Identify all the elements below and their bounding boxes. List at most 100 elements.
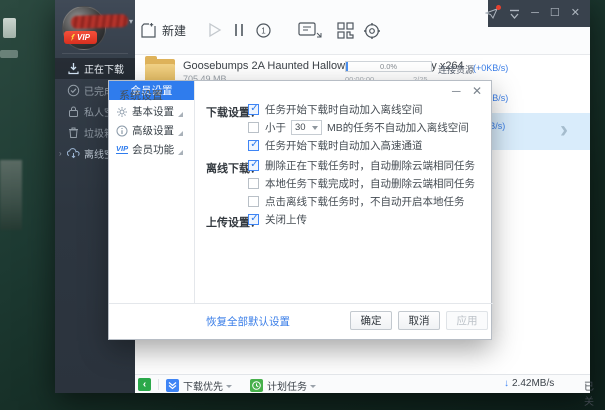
vip-logo-icon: VIP xyxy=(116,144,129,154)
menu-item-vip-features[interactable]: VIP 会员功能 xyxy=(109,141,194,158)
checkbox-close-upload[interactable] xyxy=(248,213,260,225)
dialog-close-icon[interactable]: ✕ xyxy=(472,84,482,98)
message-icon[interactable] xyxy=(485,5,502,19)
collapse-panel-button[interactable]: ‹ xyxy=(138,378,151,391)
retry-button[interactable]: 1 xyxy=(255,22,272,39)
download-speed-value: 2.42MB/s xyxy=(512,378,555,389)
caret-down-icon xyxy=(226,385,232,388)
option-row: 删除正在下载任务时，自动删除云端相同任务 xyxy=(248,158,475,173)
sidebar-item-label: 正在下载 xyxy=(84,65,124,76)
menu-item-label: 高级设置 xyxy=(132,125,174,137)
down-arrow-icon: ↓ xyxy=(504,378,509,389)
select-arrow-icon xyxy=(312,125,318,130)
expand-triangle-icon xyxy=(178,111,183,117)
folder-icon xyxy=(145,56,175,82)
desktop-file-icon[interactable] xyxy=(3,18,16,38)
checkbox-delete-cloud-on-complete[interactable] xyxy=(248,178,259,189)
trash-icon xyxy=(69,127,78,138)
option-label-prefix: 小于 xyxy=(265,122,286,134)
checkbox-size-threshold[interactable] xyxy=(248,122,259,133)
expand-triangle-icon xyxy=(178,149,184,155)
option-label: 关闭上传 xyxy=(265,214,307,226)
option-label: 点击离线下载任务时，不自动开启本地任务 xyxy=(265,196,465,208)
maximize-button[interactable]: ☐ xyxy=(550,8,560,19)
option-row: 小于 30 MB的任务不自动加入离线空间 xyxy=(248,120,469,135)
scheduled-tasks-menu[interactable]: 计划任务 xyxy=(250,378,316,393)
offline-space-icon xyxy=(67,148,80,159)
app-window: ▾ VIP 正在下载 已完成(4) 私人空间 垃圾箱 › 离线空间 新建 1 ─… xyxy=(55,0,594,408)
download-priority-menu[interactable]: 下载优先 xyxy=(166,378,232,393)
panel-divider xyxy=(194,81,195,303)
scheduled-tasks-label: 计划任务 xyxy=(267,382,307,393)
ok-button[interactable]: 确定 xyxy=(350,311,392,330)
desktop-icon-label xyxy=(0,50,18,58)
device-icon xyxy=(298,22,322,38)
download-priority-label: 下载优先 xyxy=(183,382,223,393)
window-controls: ─ ☐ ✕ xyxy=(485,0,590,27)
task-progress-bar: 0.0% xyxy=(345,61,432,72)
lock-icon xyxy=(69,106,78,117)
size-threshold-value: 30 xyxy=(295,122,306,133)
download-icon xyxy=(68,63,79,75)
apply-button: 应用 xyxy=(446,311,488,330)
expand-chevron-icon[interactable]: › xyxy=(59,149,67,158)
upload-status-value: 已关闭上传 xyxy=(584,382,594,408)
option-label: 任务开始下载时自动加入高速通道 xyxy=(265,140,423,152)
main-menu-icon[interactable] xyxy=(509,9,520,19)
wallpaper-photo xyxy=(0,160,22,230)
download-priority-icon xyxy=(166,379,179,392)
menu-item-label: 基本设置 xyxy=(132,106,174,118)
menu-item-label: 会员功能 xyxy=(132,144,175,156)
collapse-left-icon: ‹ xyxy=(138,378,151,391)
gear-icon xyxy=(117,106,127,117)
dialog-minimize-icon[interactable]: ─ xyxy=(452,84,461,98)
new-task-icon xyxy=(141,23,156,38)
footer-divider xyxy=(109,303,493,304)
option-label: 任务开始下载时自动加入离线空间 xyxy=(265,104,423,116)
svg-text:1: 1 xyxy=(261,27,266,36)
statusbar-divider xyxy=(158,379,159,390)
checkbox-delete-cloud-on-delete[interactable] xyxy=(248,159,260,171)
vip-badge[interactable]: VIP xyxy=(64,31,97,44)
device-panel-button[interactable] xyxy=(298,22,322,40)
task-expand-chevron-icon[interactable]: › xyxy=(560,116,568,144)
vip-bolt-icon xyxy=(71,34,76,41)
option-row: 任务开始下载时自动加入离线空间 xyxy=(248,102,423,117)
checkbox-no-auto-local-task[interactable] xyxy=(248,196,259,207)
menu-item-advanced-settings[interactable]: 高级设置 xyxy=(109,122,194,139)
header-divider xyxy=(62,53,128,54)
settings-dialog: 系统设置 ─ ✕ 基本设置 高级设置 VIP 会员功能 会员设置 下载设置： 任… xyxy=(108,80,493,340)
checkbox-auto-join-highspeed[interactable] xyxy=(248,139,260,151)
qr-code-icon xyxy=(337,22,354,39)
username-dropdown-icon[interactable]: ▾ xyxy=(129,17,133,26)
dialog-title: 系统设置 xyxy=(119,90,163,102)
progress-percent: 0.0% xyxy=(379,62,398,71)
play-icon xyxy=(209,22,222,38)
menu-item-basic-settings[interactable]: 基本设置 xyxy=(109,103,194,120)
task-status: 连接资源 xyxy=(438,65,475,75)
pause-button[interactable] xyxy=(233,22,245,38)
option-row: 关闭上传 xyxy=(248,212,307,227)
task-speed: (+0KB/s) xyxy=(473,63,509,73)
minimize-button[interactable]: ─ xyxy=(531,8,539,19)
check-circle-icon xyxy=(67,84,80,97)
option-row: 点击离线下载任务时，不自动开启本地任务 xyxy=(248,194,465,209)
settings-button[interactable] xyxy=(363,22,381,40)
new-task-button[interactable]: 新建 xyxy=(140,22,186,39)
qr-code-button[interactable] xyxy=(337,22,354,39)
vip-badge-label: VIP xyxy=(77,33,90,42)
start-button[interactable] xyxy=(207,22,222,38)
info-icon xyxy=(116,125,128,136)
gear-circle-icon xyxy=(364,23,380,39)
username-redacted xyxy=(70,14,129,29)
restore-defaults-link[interactable]: 恢复全部默认设置 xyxy=(206,314,290,329)
cancel-button[interactable]: 取消 xyxy=(398,311,440,330)
close-button[interactable]: ✕ xyxy=(571,8,580,19)
size-threshold-select[interactable]: 30 xyxy=(291,120,322,135)
checkbox-auto-join-offline[interactable] xyxy=(248,103,260,115)
sidebar-item-downloading[interactable]: 正在下载 xyxy=(55,58,135,79)
scheduled-tasks-icon xyxy=(250,379,263,392)
option-row: 任务开始下载时自动加入高速通道 xyxy=(248,138,423,153)
status-bar: ‹ 下载优先 计划任务 ↓ 2.42MB/s ↑ 已关闭上传 xyxy=(135,374,594,408)
new-task-label: 新建 xyxy=(162,24,187,38)
